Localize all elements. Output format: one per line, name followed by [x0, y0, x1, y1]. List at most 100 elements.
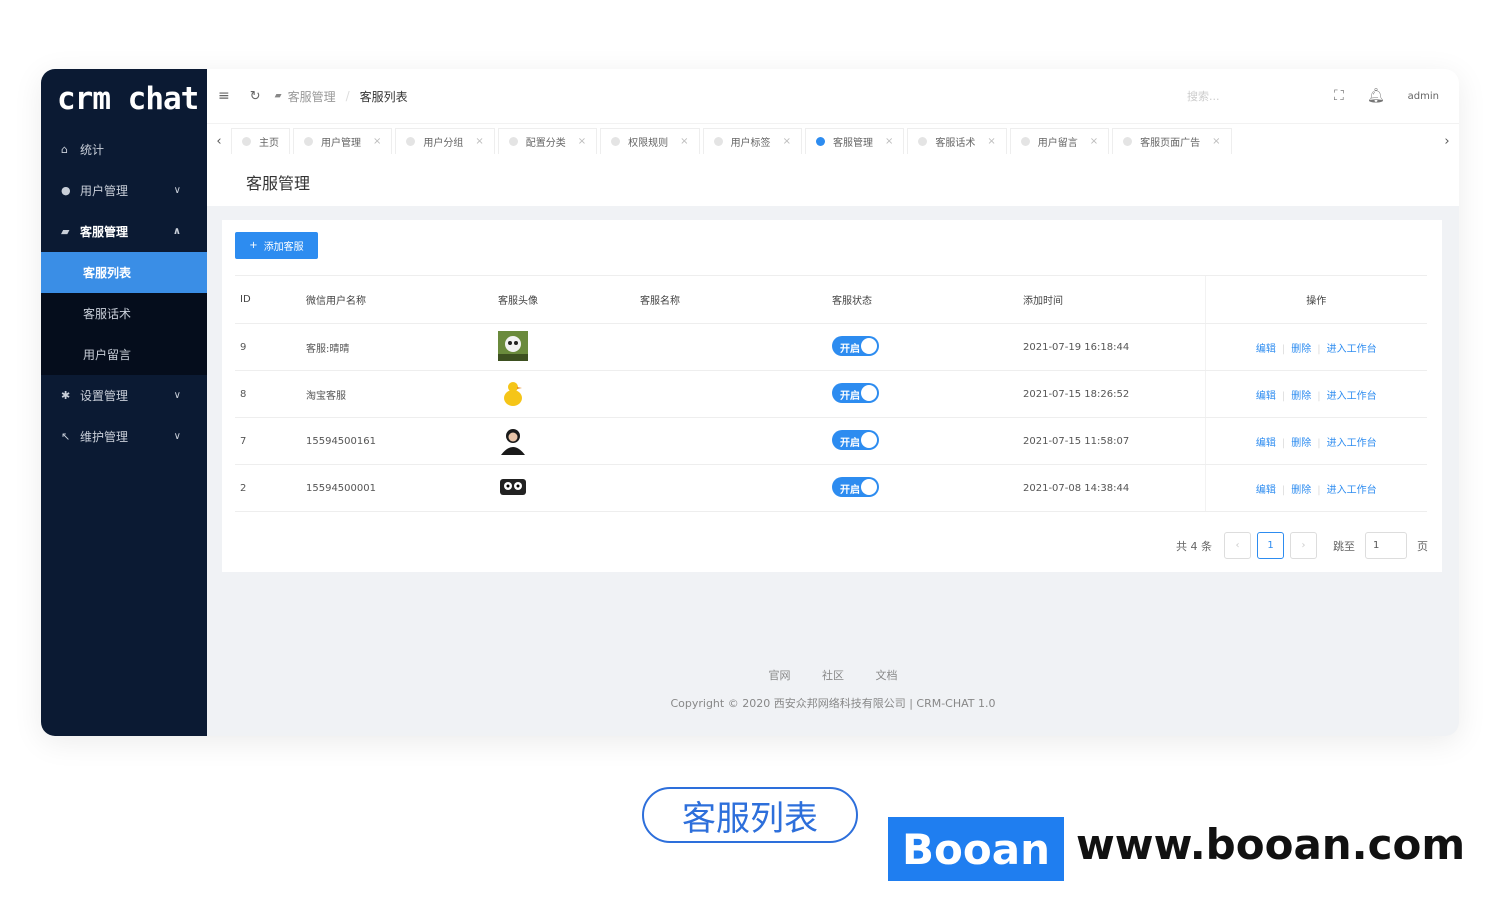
- tab-label: 用户标签: [730, 138, 771, 149]
- close-icon[interactable]: ×: [475, 136, 483, 147]
- search-input[interactable]: 搜索...: [1187, 88, 1220, 104]
- action-divider: |: [1317, 437, 1321, 449]
- delete-link[interactable]: 删除: [1291, 391, 1311, 402]
- close-icon[interactable]: ×: [1090, 136, 1098, 147]
- cell-id: 8: [235, 370, 301, 418]
- add-kf-button[interactable]: + 添加客服: [235, 232, 318, 259]
- refresh-icon[interactable]: ↻: [250, 89, 261, 104]
- bell-icon[interactable]: 🔔︎: [1367, 88, 1385, 104]
- cell-kf-name: [635, 323, 827, 371]
- cell-avatar: [493, 464, 635, 512]
- cell-status: 开启: [827, 370, 1018, 418]
- chevron-left-icon[interactable]: ‹: [207, 134, 231, 149]
- delete-link[interactable]: 删除: [1291, 485, 1311, 496]
- cell-time: 2021-07-08 14:38:44: [1018, 464, 1205, 512]
- prev-page-button[interactable]: ‹: [1224, 532, 1251, 559]
- cell-kf-name: [635, 370, 827, 418]
- copyright: Copyright © 2020 西安众邦网络科技有限公司 | CRM-CHAT…: [670, 697, 996, 710]
- tab-dot: [815, 137, 825, 146]
- add-kf-button-label: 添加客服: [263, 242, 304, 253]
- chevron-right-icon[interactable]: ›: [1435, 134, 1459, 149]
- close-icon[interactable]: ×: [578, 136, 586, 147]
- close-icon[interactable]: ×: [1212, 136, 1220, 147]
- delete-link[interactable]: 删除: [1291, 344, 1311, 355]
- tab-dot: [242, 137, 251, 146]
- tab-label: 配置分类: [525, 138, 566, 149]
- cell-actions: 编辑 | 删除 | 进入工作台: [1204, 464, 1427, 512]
- cell-wx-name: 淘宝客服: [301, 370, 493, 418]
- action-divider: |: [1281, 484, 1286, 496]
- footer-link-community[interactable]: 社区: [822, 669, 844, 682]
- tab-dot: [1123, 137, 1133, 146]
- tab-user-messages[interactable]: 用户留言 ×: [1009, 128, 1110, 154]
- sidebar-item-messages[interactable]: 用户留言: [41, 334, 207, 375]
- tab-config-categories[interactable]: 配置分类 ×: [497, 128, 598, 154]
- fullscreen-icon[interactable]: ⛶: [1334, 88, 1344, 104]
- avatar: [498, 330, 528, 361]
- avatar: [498, 424, 528, 455]
- close-icon[interactable]: ×: [373, 136, 381, 147]
- status-toggle-label: 开启: [840, 343, 860, 355]
- sidebar-item-kf-scripts[interactable]: 客服话术: [41, 293, 207, 334]
- menu-toggle-icon[interactable]: ≡: [218, 88, 230, 104]
- tab-user-groups[interactable]: 用户分组 ×: [395, 128, 495, 154]
- page-title: 客服管理: [207, 158, 1459, 206]
- next-page-button[interactable]: ›: [1290, 532, 1317, 559]
- tab-permission-rules[interactable]: 权限规则 ×: [600, 128, 700, 154]
- chat-icon: ▰: [61, 225, 70, 238]
- enter-workbench-link[interactable]: 进入工作台: [1327, 438, 1377, 449]
- cell-avatar: [493, 370, 635, 418]
- table-row: 7 15594500161 开启 2021-07-15 11:58:07 编辑 |…: [235, 417, 1427, 465]
- sidebar-item-kf-list[interactable]: 客服列表: [41, 252, 207, 293]
- page-suffix: 页: [1417, 539, 1428, 553]
- footer: 官网 社区 文档 Copyright © 2020 西安众邦网络科技有限公司 |…: [207, 667, 1459, 711]
- tab-dot: [508, 137, 518, 146]
- tab-user-management[interactable]: 用户管理 ×: [293, 128, 393, 154]
- table-row: 8 淘宝客服 开启 2021-07-15 18:26:52 编辑 | 删除 | 进入工作…: [235, 370, 1427, 418]
- cell-status: 开启: [827, 417, 1018, 465]
- status-toggle[interactable]: 开启: [832, 476, 879, 497]
- edit-link[interactable]: 编辑: [1256, 438, 1276, 449]
- sidebar-item-kf-management[interactable]: ▰ 客服管理 ∧: [41, 211, 207, 252]
- user-menu[interactable]: admin: [1408, 91, 1439, 102]
- toggle-knob: [861, 337, 877, 354]
- footer-link-docs[interactable]: 文档: [876, 669, 898, 682]
- content-card: + 添加客服 ID 微信用户名称 客服头像 客服名称 客服状态 添加时间 操作: [222, 220, 1442, 572]
- sidebar-item-settings[interactable]: ✱ 设置管理 ∨: [41, 375, 207, 416]
- status-toggle[interactable]: 开启: [832, 382, 879, 403]
- sidebar-item-user-management[interactable]: ● 用户管理 ∨: [41, 170, 207, 211]
- edit-link[interactable]: 编辑: [1256, 391, 1276, 402]
- close-icon[interactable]: ×: [783, 136, 791, 147]
- delete-link[interactable]: 删除: [1291, 438, 1311, 449]
- footer-link-website[interactable]: 官网: [769, 669, 791, 682]
- sidebar-item-maintenance[interactable]: ↖ 维护管理 ∨: [41, 416, 207, 457]
- action-divider: |: [1317, 390, 1321, 402]
- enter-workbench-link[interactable]: 进入工作台: [1327, 391, 1377, 402]
- chevron-up-icon: ∧: [172, 226, 181, 237]
- status-toggle[interactable]: 开启: [832, 335, 879, 356]
- breadcrumb: ▰ 客服管理 / 客服列表: [275, 88, 408, 105]
- sidebar-item-label: 用户管理: [80, 184, 129, 198]
- breadcrumb-item[interactable]: 客服管理: [288, 88, 336, 105]
- user-icon: ●: [61, 184, 71, 197]
- jump-page-input[interactable]: 1: [1365, 532, 1407, 559]
- cell-id: 2: [235, 464, 301, 512]
- tab-user-tags[interactable]: 用户标签 ×: [702, 128, 802, 154]
- page-button[interactable]: 1: [1257, 532, 1284, 559]
- edit-link[interactable]: 编辑: [1256, 485, 1276, 496]
- sidebar-item-stats[interactable]: ⌂ 统计: [41, 129, 207, 170]
- enter-workbench-link[interactable]: 进入工作台: [1327, 344, 1377, 355]
- close-icon[interactable]: ×: [680, 136, 688, 147]
- status-toggle[interactable]: 开启: [832, 429, 879, 450]
- tab-home[interactable]: 主页: [231, 128, 290, 154]
- close-icon[interactable]: ×: [987, 136, 995, 147]
- tab-kf-management[interactable]: 客服管理 ×: [804, 128, 905, 154]
- tab-kf-ads[interactable]: 客服页面广告 ×: [1112, 128, 1232, 154]
- cell-id: 7: [235, 417, 301, 465]
- enter-workbench-link[interactable]: 进入工作台: [1327, 485, 1377, 496]
- edit-link[interactable]: 编辑: [1256, 344, 1276, 355]
- column-header-avatar: 客服头像: [493, 275, 635, 324]
- column-header-id: ID: [235, 275, 301, 324]
- close-icon[interactable]: ×: [885, 136, 893, 147]
- tab-kf-scripts[interactable]: 客服话术 ×: [907, 128, 1007, 154]
